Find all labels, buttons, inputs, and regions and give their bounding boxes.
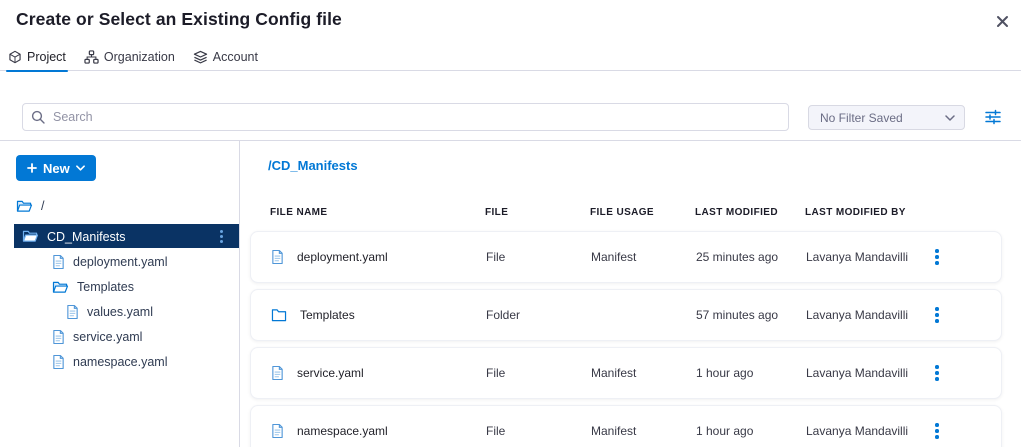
- tab-organization[interactable]: Organization: [84, 44, 175, 71]
- file-name: service.yaml: [297, 366, 364, 380]
- tree-item-namespace-yaml[interactable]: namespace.yaml: [52, 349, 168, 374]
- tree-item-label: service.yaml: [73, 329, 142, 344]
- close-icon[interactable]: [993, 12, 1011, 30]
- row-menu-icon[interactable]: [931, 245, 943, 269]
- column-header: FILE: [485, 207, 590, 218]
- search-input[interactable]: [22, 103, 789, 131]
- org-hierarchy-icon: [84, 50, 99, 64]
- file-icon: [52, 254, 65, 270]
- folder-open-icon: [16, 199, 33, 213]
- last-modified-by: Lavanya Mandavilli: [806, 250, 931, 264]
- tab-label: Project: [27, 50, 66, 64]
- folder-open-icon: [52, 280, 69, 294]
- file-name: namespace.yaml: [297, 424, 388, 438]
- tree-item-templates[interactable]: Templates: [52, 274, 134, 299]
- file-table: deployment.yaml File Manifest 25 minutes…: [250, 231, 1002, 447]
- file-icon: [52, 354, 65, 370]
- tree-item-values-yaml[interactable]: values.yaml: [66, 299, 153, 324]
- tree-item-deployment-yaml[interactable]: deployment.yaml: [52, 249, 168, 274]
- column-header: LAST MODIFIED: [695, 207, 805, 218]
- file-icon: [271, 365, 284, 381]
- file-type: File: [486, 424, 591, 438]
- breadcrumb[interactable]: /CD_Manifests: [268, 158, 358, 173]
- tab-project[interactable]: Project: [8, 44, 66, 71]
- tree-item-menu-icon[interactable]: [218, 228, 225, 245]
- tree-item-service-yaml[interactable]: service.yaml: [52, 324, 142, 349]
- last-modified: 25 minutes ago: [696, 250, 806, 264]
- file-usage: Manifest: [591, 250, 696, 264]
- page-title: Create or Select an Existing Config file: [16, 9, 342, 30]
- last-modified: 1 hour ago: [696, 424, 806, 438]
- file-usage: Manifest: [591, 424, 696, 438]
- tree-item-[interactable]: /: [16, 193, 44, 218]
- last-modified-by: Lavanya Mandavilli: [806, 366, 931, 380]
- last-modified: 57 minutes ago: [696, 308, 806, 322]
- tree-item-label: deployment.yaml: [73, 254, 168, 269]
- config-file-modal: Create or Select an Existing Config file…: [0, 0, 1021, 447]
- plus-icon: [27, 163, 37, 173]
- tree-item-label: /: [41, 198, 44, 213]
- file-icon: [52, 329, 65, 345]
- filter-sliders-icon[interactable]: [983, 108, 1003, 128]
- table-row[interactable]: service.yaml File Manifest 1 hour ago La…: [250, 347, 1002, 399]
- file-browser-panel: /CD_Manifests FILE NAMEFILEFILE USAGELAS…: [240, 141, 1021, 447]
- file-type: Folder: [486, 308, 591, 322]
- chevron-down-icon: [76, 165, 85, 171]
- file-type: File: [486, 250, 591, 264]
- column-header: FILE NAME: [270, 207, 485, 218]
- tree-item-label: Templates: [77, 279, 134, 294]
- row-menu-icon[interactable]: [931, 361, 943, 385]
- row-menu-icon[interactable]: [931, 419, 943, 443]
- project-cube-icon: [8, 50, 22, 64]
- sidebar: New / CD_Manifests deployment.yaml Template…: [0, 141, 240, 447]
- new-button[interactable]: New: [16, 155, 96, 181]
- table-row[interactable]: namespace.yaml File Manifest 1 hour ago …: [250, 405, 1002, 447]
- file-icon: [271, 249, 284, 265]
- folder-icon: [271, 308, 287, 322]
- row-menu-icon[interactable]: [931, 303, 943, 327]
- last-modified-by: Lavanya Mandavilli: [806, 308, 931, 322]
- table-row[interactable]: deployment.yaml File Manifest 25 minutes…: [250, 231, 1002, 283]
- last-modified-by: Lavanya Mandavilli: [806, 424, 931, 438]
- tree-item-label: values.yaml: [87, 304, 153, 319]
- tab-account[interactable]: Account: [193, 44, 258, 71]
- search-icon: [31, 110, 45, 124]
- table-header: FILE NAMEFILEFILE USAGELAST MODIFIEDLAST…: [250, 207, 1002, 218]
- filter-dropdown-value: No Filter Saved: [820, 111, 903, 125]
- column-header: LAST MODIFIED BY: [805, 207, 930, 218]
- account-layers-icon: [193, 50, 208, 64]
- file-icon: [66, 304, 79, 320]
- folder-open-icon: [22, 229, 39, 243]
- last-modified: 1 hour ago: [696, 366, 806, 380]
- column-header: FILE USAGE: [590, 207, 695, 218]
- file-type: File: [486, 366, 591, 380]
- file-usage: Manifest: [591, 366, 696, 380]
- file-icon: [271, 423, 284, 439]
- chevron-down-icon: [945, 115, 955, 121]
- file-name: Templates: [300, 308, 355, 322]
- tree-item-cd-manifests[interactable]: CD_Manifests: [14, 224, 239, 248]
- tab-bar: Project Organization Account: [0, 44, 1021, 71]
- tab-label: Organization: [104, 50, 175, 64]
- tab-label: Account: [213, 50, 258, 64]
- table-row[interactable]: Templates Folder 57 minutes ago Lavanya …: [250, 289, 1002, 341]
- tree-item-label: CD_Manifests: [47, 229, 210, 244]
- file-name: deployment.yaml: [297, 250, 388, 264]
- tree-item-label: namespace.yaml: [73, 354, 168, 369]
- new-button-label: New: [43, 161, 70, 176]
- search-input-wrapper: [22, 103, 789, 131]
- filter-dropdown[interactable]: No Filter Saved: [808, 105, 965, 130]
